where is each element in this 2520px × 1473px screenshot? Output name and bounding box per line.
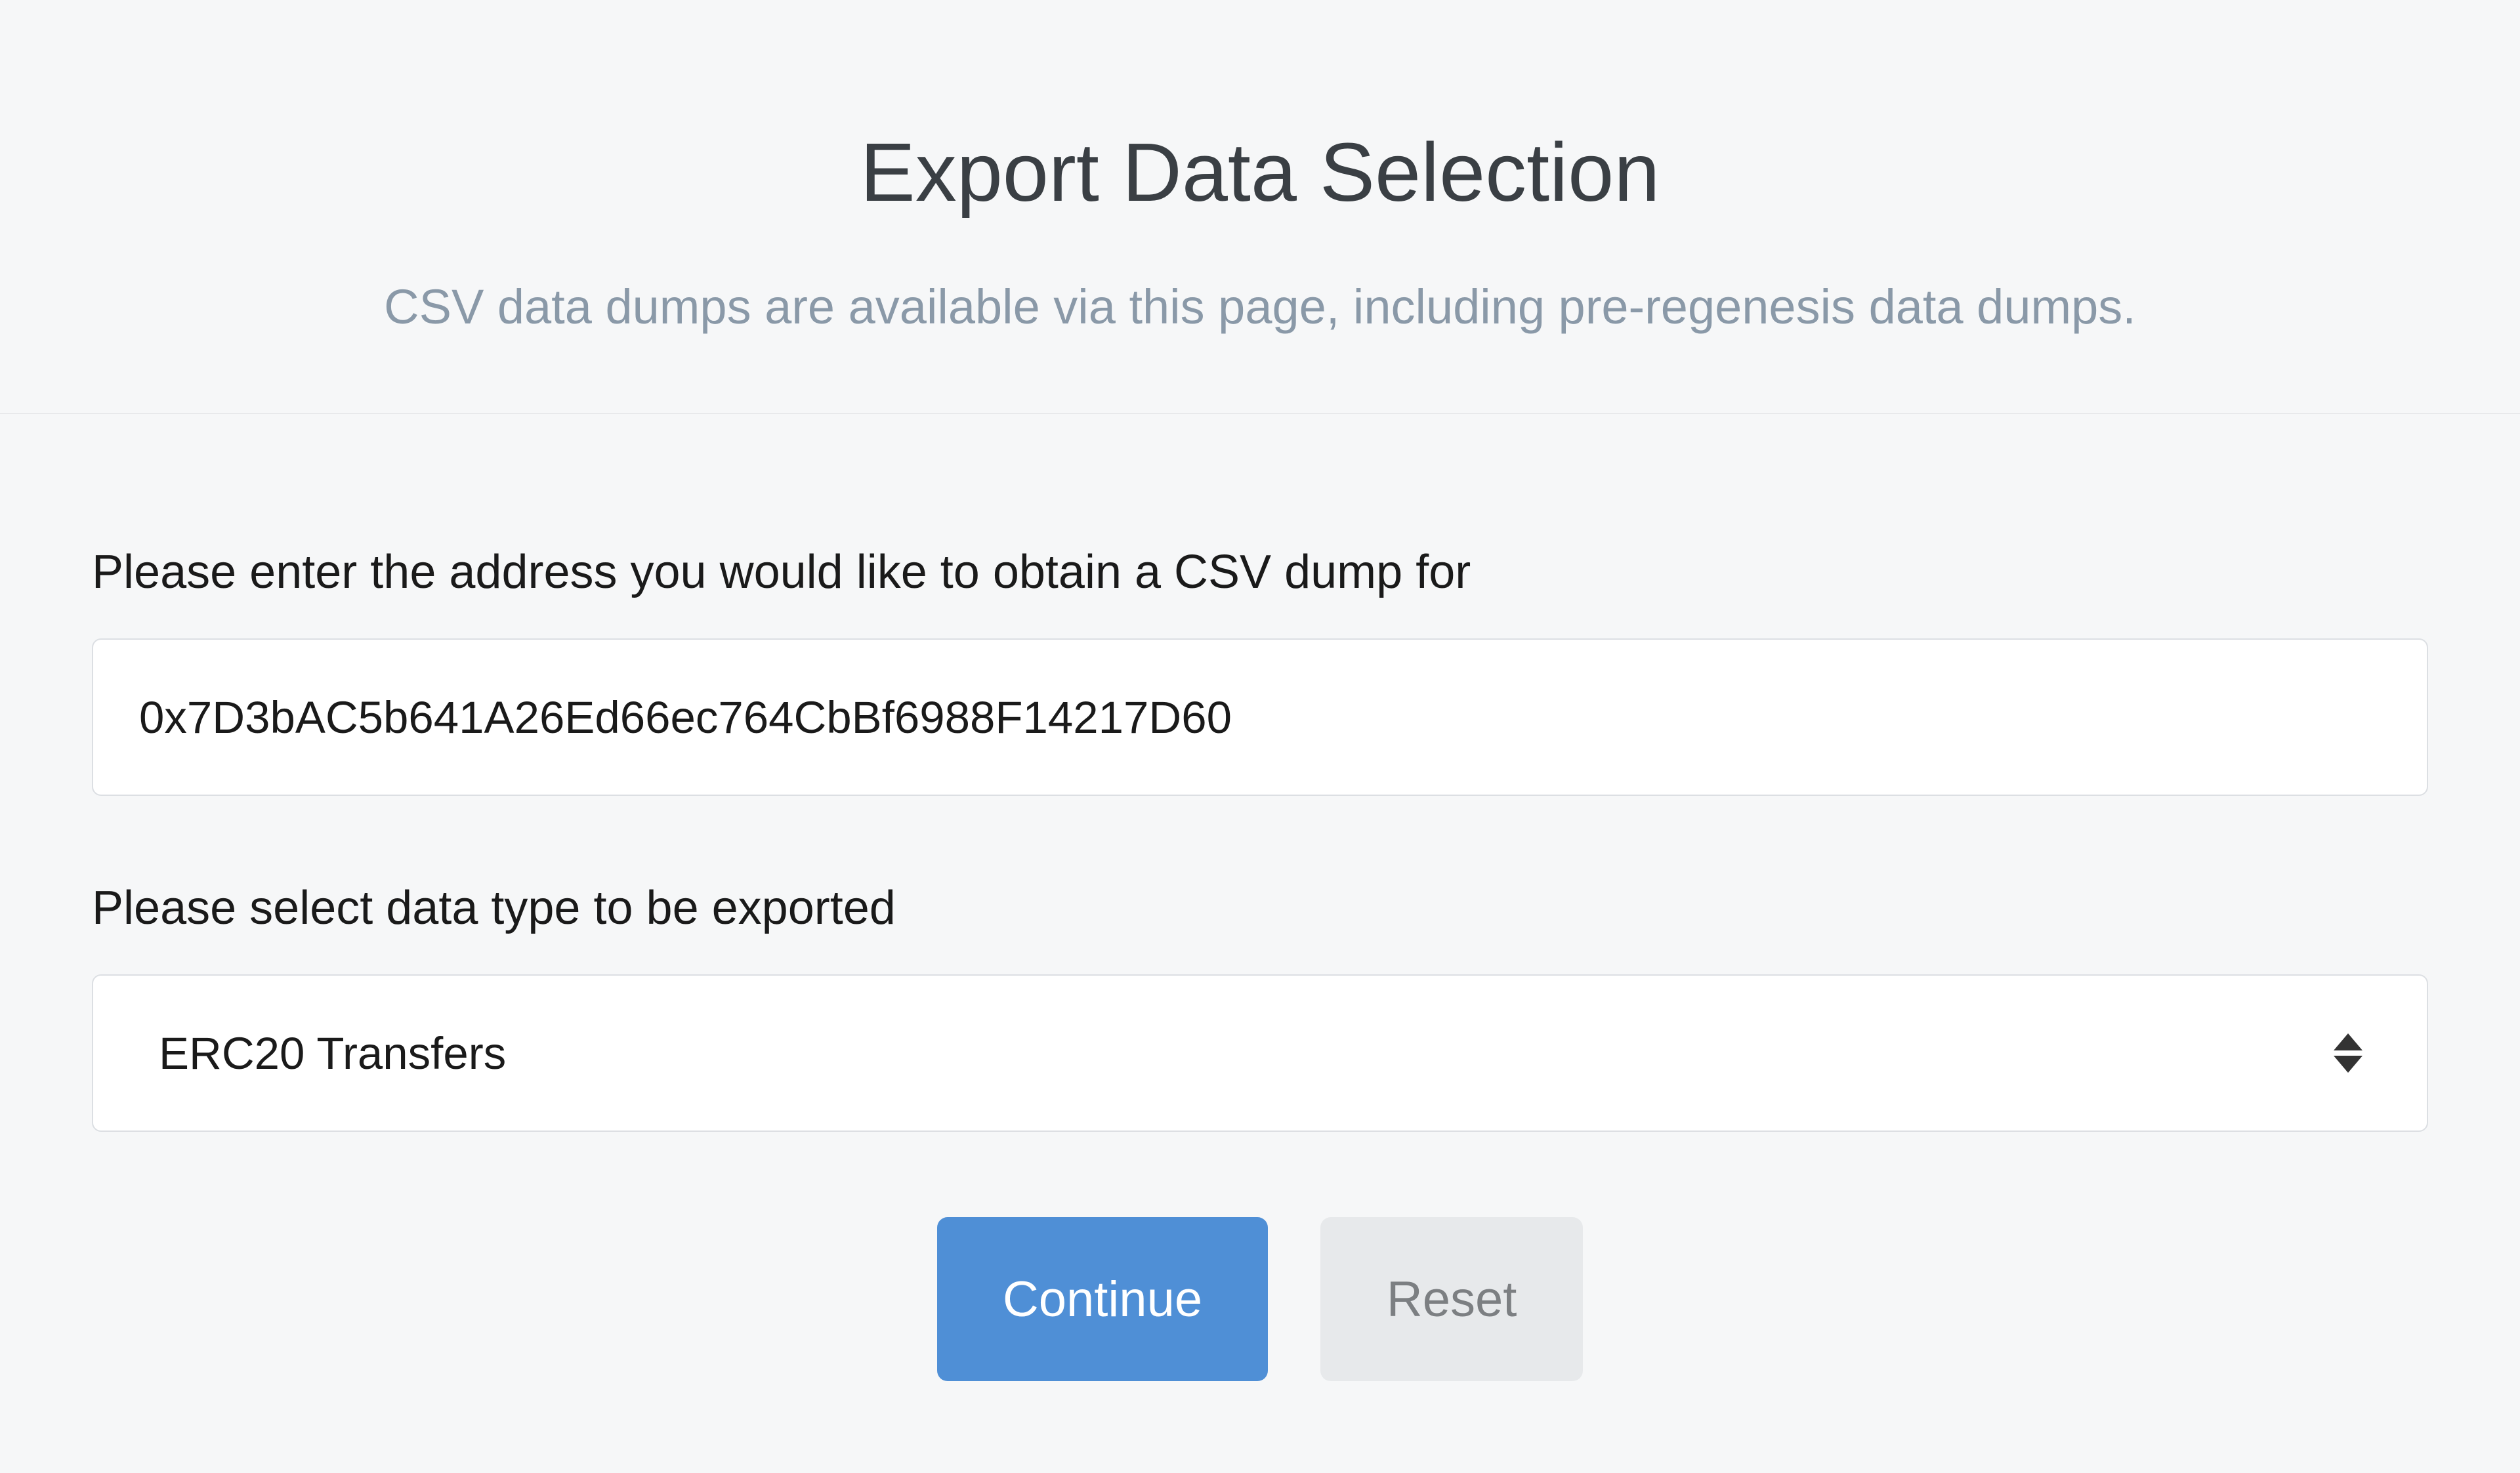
form-section: Please enter the address you would like …: [0, 414, 2520, 1381]
continue-button[interactable]: Continue: [937, 1217, 1268, 1381]
reset-button[interactable]: Reset: [1320, 1217, 1583, 1381]
address-field-group: Please enter the address you would like …: [92, 545, 2428, 796]
address-input[interactable]: [92, 638, 2428, 796]
header-section: Export Data Selection CSV data dumps are…: [0, 0, 2520, 414]
datatype-label: Please select data type to be exported: [92, 881, 2428, 935]
datatype-select-wrapper: ERC20 Transfers: [92, 974, 2428, 1132]
datatype-field-group: Please select data type to be exported E…: [92, 881, 2428, 1132]
address-label: Please enter the address you would like …: [92, 545, 2428, 599]
button-row: Continue Reset: [92, 1217, 2428, 1381]
datatype-select[interactable]: ERC20 Transfers: [92, 974, 2428, 1132]
page-title: Export Data Selection: [66, 125, 2454, 220]
page-subtitle: CSV data dumps are available via this pa…: [66, 279, 2454, 335]
